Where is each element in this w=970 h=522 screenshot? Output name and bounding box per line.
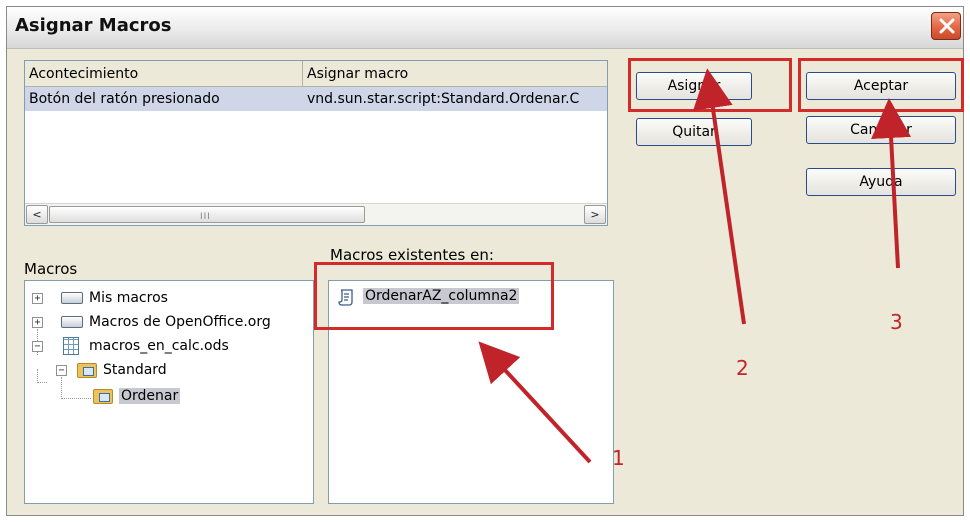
arrow-step-1 [478,341,592,464]
step-3-label: 3 [890,310,903,334]
arrow-step-2 [693,68,746,325]
annotation-arrows [478,68,912,464]
arrow-step-3 [871,98,912,269]
step-1-label: 1 [612,446,625,470]
step-2-label: 2 [736,356,749,380]
